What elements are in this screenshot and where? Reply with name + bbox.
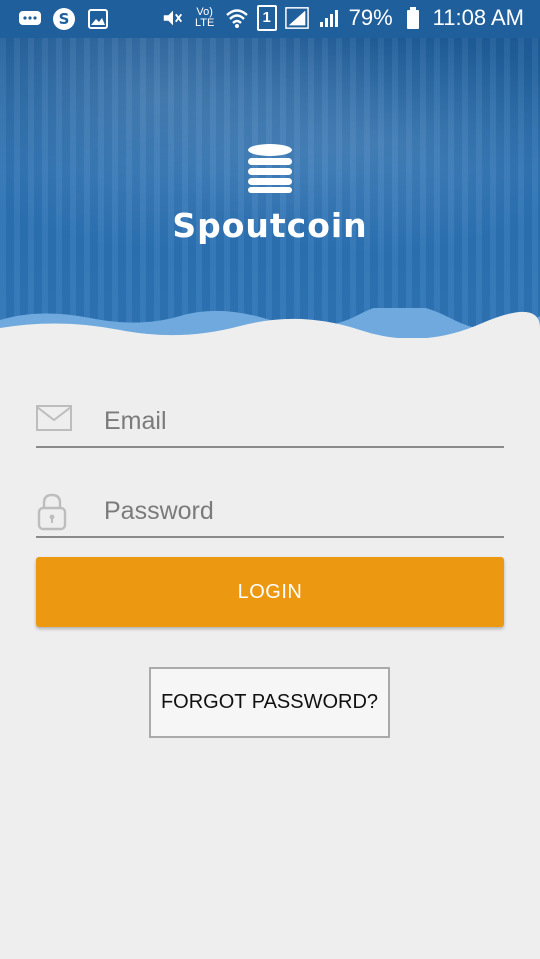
login-button[interactable]: LOGIN: [36, 557, 504, 627]
system-status: Vo) LTE 1 79% 11:08 AM: [161, 5, 524, 31]
mail-icon: [36, 402, 72, 438]
battery-icon: [401, 6, 425, 30]
gallery-icon: [86, 7, 110, 31]
brand-name: Spoutcoin: [172, 206, 368, 245]
coin-stack-icon: [246, 142, 294, 194]
wave-divider: [0, 308, 540, 338]
battery-percent: 79%: [348, 5, 393, 30]
notification-icons: S: [18, 7, 110, 31]
status-bar: S Vo) LTE 1 79% 11:08 AM: [0, 0, 540, 38]
password-input[interactable]: [102, 490, 496, 532]
signal-icon: [284, 6, 309, 30]
mute-icon: [161, 6, 185, 30]
clock: 11:08 AM: [432, 5, 524, 30]
email-input[interactable]: [102, 400, 496, 442]
sim-icon: 1: [256, 5, 277, 31]
forgot-password-button[interactable]: FORGOT PASSWORD?: [149, 667, 390, 738]
volte-icon: Vo) LTE: [194, 6, 215, 29]
wifi-icon: [225, 6, 249, 30]
email-field: [36, 400, 504, 448]
hero-header: Spoutcoin: [0, 38, 540, 338]
svg-text:S: S: [59, 10, 70, 28]
messages-icon: [18, 7, 42, 31]
skype-icon: S: [52, 7, 76, 31]
lock-icon: [36, 492, 72, 531]
password-field: [36, 490, 504, 538]
signal-icon: [317, 6, 341, 30]
